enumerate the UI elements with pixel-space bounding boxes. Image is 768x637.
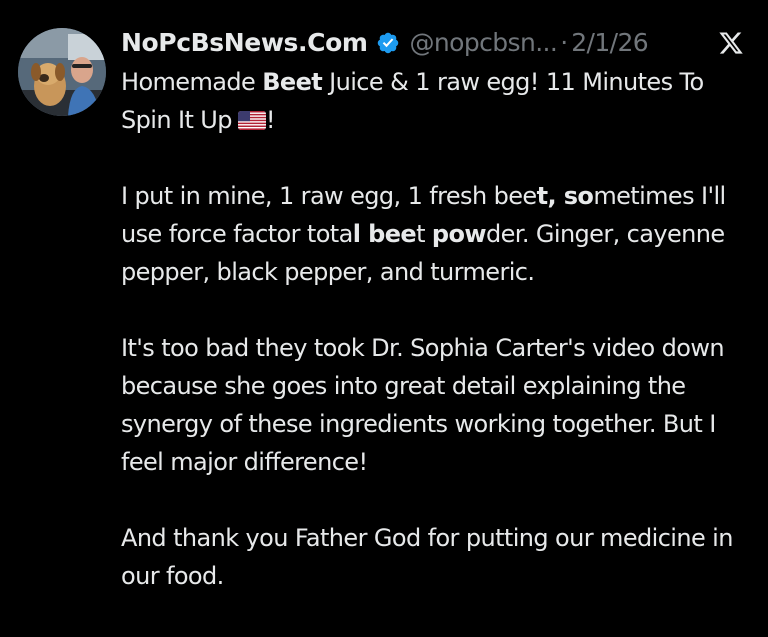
verified-badge-icon[interactable] (376, 31, 400, 55)
paragraph-1-end: ! (265, 106, 276, 134)
paragraph-2: I put in mine, 1 raw egg, 1 fresh beet, … (121, 177, 756, 291)
post-card: NoPcBsNews.Com @nopcbsn... · 2/1/26 Home… (0, 0, 768, 637)
paragraph-4: And thank you Father God for putting our… (121, 524, 733, 590)
paragraph-2-segment: t (416, 220, 432, 248)
paragraph-2-segment: I put in mine, 1 raw egg, 1 fresh bee (121, 182, 537, 210)
post-date[interactable]: 2/1/26 (571, 24, 648, 62)
x-logo-icon[interactable] (718, 30, 744, 56)
author-handle[interactable]: @nopcbsn... (410, 24, 558, 62)
post-body: Homemade Beet Juice & 1 raw egg! 11 Minu… (121, 63, 756, 633)
avatar[interactable] (18, 28, 106, 116)
paragraph-2-segment: t, so (536, 182, 594, 210)
us-flag-icon (237, 111, 266, 130)
post-header: NoPcBsNews.Com @nopcbsn... · 2/1/26 (121, 24, 752, 62)
paragraph-1: Homemade Beet Juice & 1 raw egg! 11 Minu… (121, 63, 756, 139)
paragraph-3: It's too bad they took Dr. Sophia Carter… (121, 334, 725, 476)
paragraph-1-bold: Beet (262, 68, 323, 96)
separator-dot: · (560, 28, 569, 57)
author-name[interactable]: NoPcBsNews.Com (121, 24, 368, 62)
paragraph-2-segment: pow (431, 220, 487, 248)
avatar-photo (18, 28, 106, 116)
paragraph-2-segment: l bee (352, 220, 417, 248)
paragraph-1-prefix: Homemade (121, 68, 263, 96)
